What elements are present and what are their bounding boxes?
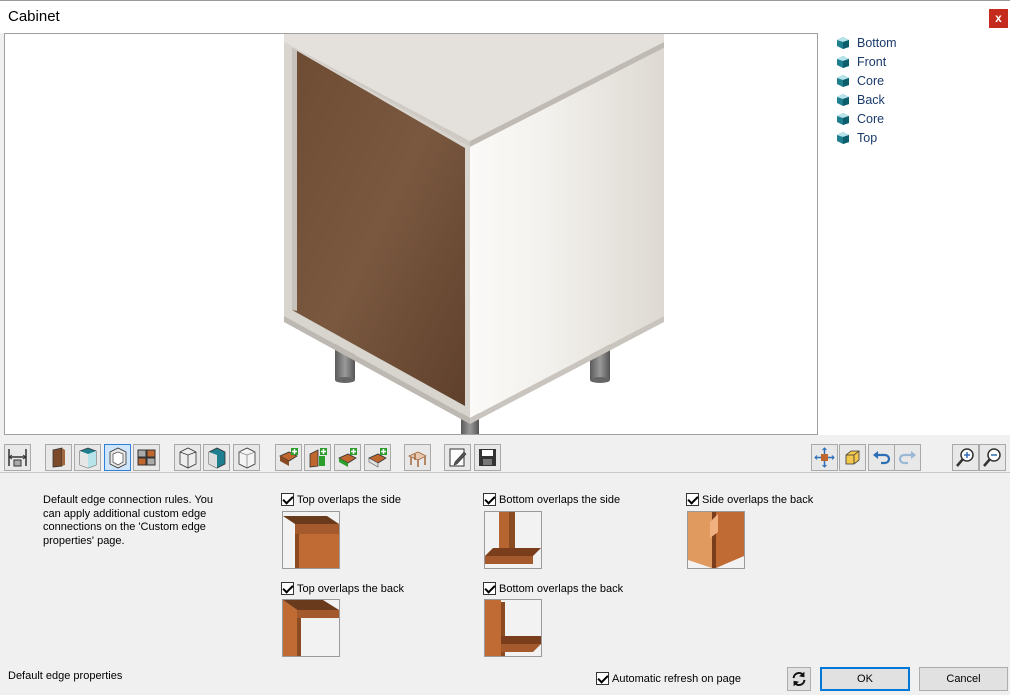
close-button[interactable]: x bbox=[989, 9, 1008, 28]
option-label: Bottom overlaps the back bbox=[499, 582, 624, 595]
shaded-view-button[interactable] bbox=[203, 444, 230, 471]
cube-icon bbox=[837, 112, 849, 125]
option-side-overlaps-back[interactable]: Side overlaps the back bbox=[686, 493, 813, 506]
checkbox[interactable] bbox=[596, 672, 609, 685]
refresh-button[interactable] bbox=[787, 667, 811, 691]
frame-icon bbox=[109, 447, 127, 469]
tree-item-core[interactable]: Core bbox=[836, 71, 884, 90]
fit-view-button[interactable] bbox=[811, 444, 838, 471]
window-title: Cabinet bbox=[8, 8, 60, 25]
tree-item-label: Top bbox=[857, 130, 878, 145]
checkbox[interactable] bbox=[483, 582, 496, 595]
tree-item-core-2[interactable]: Core bbox=[836, 109, 884, 128]
cabinet-render bbox=[284, 34, 664, 434]
zoom-in-button[interactable] bbox=[952, 444, 979, 471]
checkbox[interactable] bbox=[281, 493, 294, 506]
dimensions-button[interactable] bbox=[4, 444, 31, 471]
refresh-icon bbox=[792, 671, 806, 687]
add-divider-icon bbox=[309, 448, 327, 468]
close-icon: x bbox=[995, 11, 1002, 25]
open-cabinet-icon bbox=[79, 447, 97, 469]
cube-icon bbox=[837, 74, 849, 87]
cube-icon bbox=[837, 93, 849, 106]
add-drawer-icon bbox=[368, 448, 387, 468]
redo-icon bbox=[898, 451, 916, 465]
add-shelf-icon bbox=[338, 448, 357, 467]
legs-button[interactable] bbox=[404, 444, 431, 471]
3d-preview-viewport[interactable] bbox=[4, 33, 818, 435]
dimensions-icon bbox=[8, 449, 27, 467]
tree-item-label: Front bbox=[857, 54, 887, 69]
wireframe-icon bbox=[179, 447, 197, 469]
edge-connections-icon bbox=[137, 449, 156, 466]
save-icon bbox=[479, 449, 496, 466]
zoom-out-button[interactable] bbox=[979, 444, 1006, 471]
cube-icon bbox=[837, 55, 849, 68]
option-label: Top overlaps the back bbox=[297, 582, 405, 595]
option-top-overlaps-back[interactable]: Top overlaps the back bbox=[281, 582, 404, 595]
redo-button[interactable] bbox=[894, 444, 921, 471]
zoom-in-icon bbox=[956, 448, 974, 467]
iso-cube-icon bbox=[845, 450, 860, 465]
add-divider-button[interactable] bbox=[304, 444, 331, 471]
edge-rules-description: Default edge connection rules. You can a… bbox=[43, 494, 214, 547]
cancel-button[interactable]: Cancel bbox=[919, 667, 1008, 691]
preview-side-overlaps-back bbox=[687, 511, 745, 569]
door-icon bbox=[52, 447, 65, 468]
auto-refresh-label: Automatic refresh on page bbox=[612, 672, 742, 685]
tree-item-label: Core bbox=[857, 73, 885, 88]
preview-bottom-overlaps-side bbox=[484, 511, 542, 569]
checkbox[interactable] bbox=[483, 493, 496, 506]
add-shelf-button[interactable] bbox=[334, 444, 361, 471]
toolbar-divider bbox=[0, 472, 1010, 473]
option-top-overlaps-side[interactable]: Top overlaps the side bbox=[281, 493, 401, 506]
zoom-out-icon bbox=[983, 448, 1001, 467]
shaded-icon bbox=[208, 447, 226, 469]
frame-view-button[interactable] bbox=[104, 444, 131, 471]
hidden-line-icon bbox=[238, 447, 256, 469]
undo-button[interactable] bbox=[868, 444, 895, 471]
checkbox[interactable] bbox=[686, 493, 699, 506]
open-cabinet-view-button[interactable] bbox=[74, 444, 101, 471]
add-panel-icon bbox=[279, 448, 298, 466]
save-button[interactable] bbox=[474, 444, 501, 471]
tree-item-label: Core bbox=[857, 111, 885, 126]
tree-item-top[interactable]: Top bbox=[836, 128, 877, 147]
cube-icon bbox=[837, 131, 849, 144]
move-arrows-icon bbox=[814, 447, 835, 468]
auto-refresh-option[interactable]: Automatic refresh on page bbox=[596, 672, 741, 685]
part-tree[interactable]: Bottom Front Core Back Core Top bbox=[818, 33, 1010, 435]
checkbox[interactable] bbox=[281, 582, 294, 595]
preview-top-overlaps-back bbox=[282, 599, 340, 657]
preview-bottom-overlaps-back bbox=[484, 599, 542, 657]
edit-icon bbox=[449, 448, 467, 467]
wireframe-view-button[interactable] bbox=[174, 444, 201, 471]
hidden-line-view-button[interactable] bbox=[233, 444, 260, 471]
tree-item-label: Back bbox=[857, 92, 885, 107]
tree-item-bottom[interactable]: Bottom bbox=[836, 33, 897, 52]
add-drawer-button[interactable] bbox=[364, 444, 391, 471]
ok-button[interactable]: OK bbox=[820, 667, 910, 691]
tree-item-label: Bottom bbox=[857, 35, 897, 50]
option-label: Bottom overlaps the side bbox=[499, 493, 621, 506]
edit-button[interactable] bbox=[444, 444, 471, 471]
door-view-button[interactable] bbox=[45, 444, 72, 471]
legs-icon bbox=[408, 451, 427, 467]
cube-icon bbox=[837, 36, 849, 49]
tree-item-back[interactable]: Back bbox=[836, 90, 885, 109]
edge-connections-button[interactable] bbox=[133, 444, 160, 471]
option-bottom-overlaps-back[interactable]: Bottom overlaps the back bbox=[483, 582, 623, 595]
section-label: Default edge properties bbox=[8, 670, 123, 682]
tree-item-front[interactable]: Front bbox=[836, 52, 886, 71]
iso-view-button[interactable] bbox=[839, 444, 866, 471]
add-panel-button[interactable] bbox=[275, 444, 302, 471]
option-label: Top overlaps the side bbox=[297, 493, 401, 506]
preview-top-overlaps-side bbox=[282, 511, 340, 569]
title-bar: Cabinet x bbox=[0, 0, 1010, 33]
option-bottom-overlaps-side[interactable]: Bottom overlaps the side bbox=[483, 493, 620, 506]
option-label: Side overlaps the back bbox=[702, 493, 814, 506]
undo-icon bbox=[873, 451, 891, 465]
